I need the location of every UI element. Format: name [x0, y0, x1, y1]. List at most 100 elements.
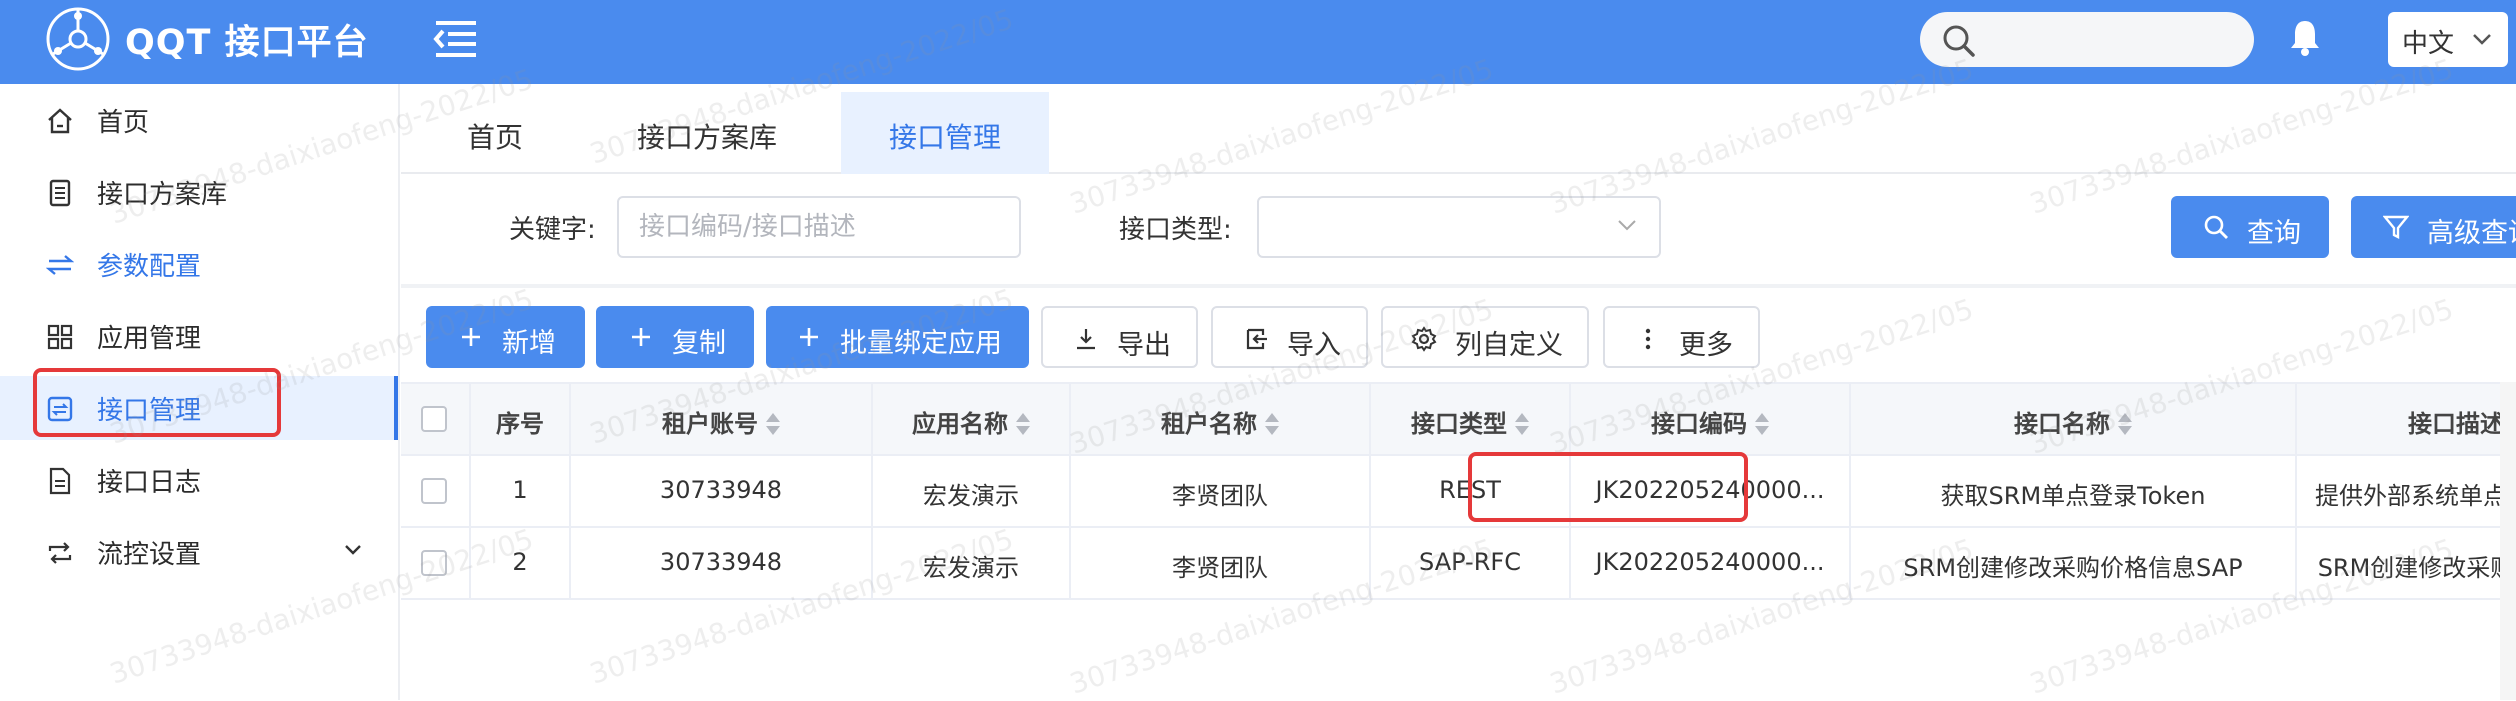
- column-header-tenant-name[interactable]: 租户名称: [1071, 384, 1371, 456]
- keyword-field[interactable]: [617, 196, 1021, 258]
- document-list-icon: [49, 179, 71, 207]
- sidebar: 首页 接口方案库 参数配置 应用管理 接口管理 接口日志 流控设置: [0, 84, 400, 700]
- copy-button[interactable]: 复制: [596, 306, 754, 368]
- column-header-app-name[interactable]: 应用名称: [873, 384, 1071, 456]
- sidebar-item-label: 首页: [97, 108, 150, 138]
- cell-interface-code[interactable]: JK202205240000...: [1571, 456, 1851, 526]
- cell-interface-name: SRM创建修改采购价格信息SAP: [1851, 528, 2297, 598]
- keyword-input[interactable]: [619, 198, 1019, 256]
- log-file-icon: [49, 467, 71, 495]
- tab-interface-library[interactable]: 接口方案库: [607, 92, 807, 174]
- filter-icon: [2383, 215, 2409, 239]
- column-header-label: 接口名称: [2014, 410, 2110, 438]
- sidebar-item-param-config[interactable]: 参数配置: [0, 232, 398, 296]
- column-customize-button[interactable]: 列自定义: [1381, 306, 1589, 368]
- global-search-input[interactable]: [1990, 20, 2240, 58]
- export-button[interactable]: 导出: [1041, 306, 1198, 368]
- cell-tenant-name: 李贤团队: [1071, 528, 1371, 598]
- query-button[interactable]: 查询: [2171, 196, 2329, 258]
- app-title: QQT 接口平台: [125, 23, 369, 63]
- language-value: 中文: [2402, 29, 2455, 59]
- table-row[interactable]: 2 30733948 宏发演示 李贤团队 SAP-RFC JK202205240…: [401, 528, 2516, 600]
- table-header: 序号 租户账号 应用名称 租户名称 接口类型 接口编码 接口名称 接口描述: [401, 384, 2516, 456]
- plus-icon: [462, 328, 480, 346]
- column-customize-label: 列自定义: [1455, 330, 1563, 361]
- row-select-cell: [401, 528, 471, 598]
- query-button-label: 查询: [2247, 218, 2301, 249]
- sidebar-item-interface-library[interactable]: 接口方案库: [0, 160, 398, 224]
- keyword-label: 关键字:: [509, 215, 596, 245]
- advanced-query-label: 高级查询: [2427, 218, 2516, 249]
- sort-icon[interactable]: [1515, 412, 1529, 438]
- action-toolbar: 新增 复制 批量绑定应用 导出 导入 列自定义 更多: [401, 288, 2516, 382]
- filter-bar: 关键字: 接口类型: 查询 高级查询: [401, 174, 2516, 284]
- sidebar-item-flow-control[interactable]: 流控设置: [0, 520, 398, 584]
- select-all-cell: [401, 384, 471, 456]
- import-button[interactable]: 导入: [1211, 306, 1368, 368]
- sidebar-item-app-management[interactable]: 应用管理: [0, 304, 398, 368]
- cell-interface-type: SAP-RFC: [1371, 528, 1571, 598]
- interface-icon: [47, 396, 73, 422]
- cell-app-name: 宏发演示: [873, 528, 1071, 598]
- cell-index: 1: [471, 456, 571, 526]
- column-header-interface-code[interactable]: 接口编码: [1571, 384, 1851, 456]
- cell-interface-name: 获取SRM单点登录Token: [1851, 456, 2297, 526]
- chevron-down-icon: [2473, 34, 2491, 45]
- column-header-interface-name[interactable]: 接口名称: [1851, 384, 2297, 456]
- advanced-query-button[interactable]: 高级查询: [2351, 196, 2516, 258]
- grid-icon: [47, 324, 73, 350]
- sidebar-item-label: 流控设置: [97, 540, 202, 570]
- more-dots-icon: [1645, 328, 1651, 350]
- notification-bell-icon[interactable]: [2287, 17, 2323, 57]
- import-button-label: 导入: [1287, 330, 1341, 361]
- sidebar-item-label: 应用管理: [97, 324, 202, 354]
- column-header-interface-desc[interactable]: 接口描述: [2297, 384, 2516, 456]
- column-header-label: 租户账号: [662, 410, 758, 438]
- swap-arrows-icon: [46, 255, 74, 275]
- column-header-tenant-account[interactable]: 租户账号: [571, 384, 873, 456]
- cell-index: 2: [471, 528, 571, 598]
- menu-collapse-icon[interactable]: [432, 19, 480, 59]
- plus-icon: [800, 328, 818, 346]
- row-checkbox[interactable]: [421, 478, 447, 504]
- cell-tenant-name: 李贤团队: [1071, 456, 1371, 526]
- sort-icon[interactable]: [1016, 412, 1030, 438]
- select-all-checkbox[interactable]: [421, 406, 447, 432]
- row-select-cell: [401, 456, 471, 526]
- sort-icon[interactable]: [1755, 412, 1769, 438]
- tab-interface-management[interactable]: 接口管理: [841, 92, 1049, 174]
- sort-icon[interactable]: [1265, 412, 1279, 438]
- batch-bind-apps-button[interactable]: 批量绑定应用: [766, 306, 1029, 368]
- add-button-label: 新增: [502, 328, 556, 359]
- export-button-label: 导出: [1117, 330, 1171, 361]
- sidebar-item-interface-log[interactable]: 接口日志: [0, 448, 398, 512]
- sidebar-item-home[interactable]: 首页: [0, 88, 398, 152]
- chevron-down-icon: [345, 545, 361, 555]
- table-scrollbar[interactable]: [2500, 382, 2516, 700]
- sort-icon[interactable]: [766, 412, 780, 438]
- sidebar-item-label: 接口管理: [97, 396, 202, 426]
- search-icon: [2204, 215, 2228, 239]
- home-icon: [48, 108, 72, 134]
- chevron-down-icon: [1618, 220, 1636, 231]
- interface-type-select[interactable]: [1257, 196, 1661, 258]
- batch-bind-apps-label: 批量绑定应用: [840, 328, 1002, 359]
- table-row[interactable]: 1 30733948 宏发演示 李贤团队 REST JK202205240000…: [401, 456, 2516, 528]
- column-header-interface-type[interactable]: 接口类型: [1371, 384, 1571, 456]
- gear-icon: [1411, 326, 1437, 352]
- add-button[interactable]: 新增: [426, 306, 585, 368]
- row-checkbox[interactable]: [421, 550, 447, 576]
- more-button[interactable]: 更多: [1603, 306, 1760, 368]
- global-search[interactable]: [1920, 12, 2254, 67]
- interface-table: 序号 租户账号 应用名称 租户名称 接口类型 接口编码 接口名称 接口描述 1 …: [401, 382, 2516, 700]
- tab-bar: 首页 接口方案库 接口管理: [401, 84, 2516, 174]
- sidebar-item-label: 参数配置: [97, 252, 202, 282]
- sidebar-item-interface-management[interactable]: 接口管理: [0, 376, 398, 440]
- sort-icon[interactable]: [2118, 412, 2132, 438]
- tab-home[interactable]: 首页: [445, 92, 545, 174]
- language-select[interactable]: 中文: [2388, 12, 2508, 67]
- loop-icon: [48, 542, 72, 564]
- active-indicator: [394, 376, 398, 440]
- cell-interface-code[interactable]: JK202205240000...: [1571, 528, 1851, 598]
- cell-interface-type: REST: [1371, 456, 1571, 526]
